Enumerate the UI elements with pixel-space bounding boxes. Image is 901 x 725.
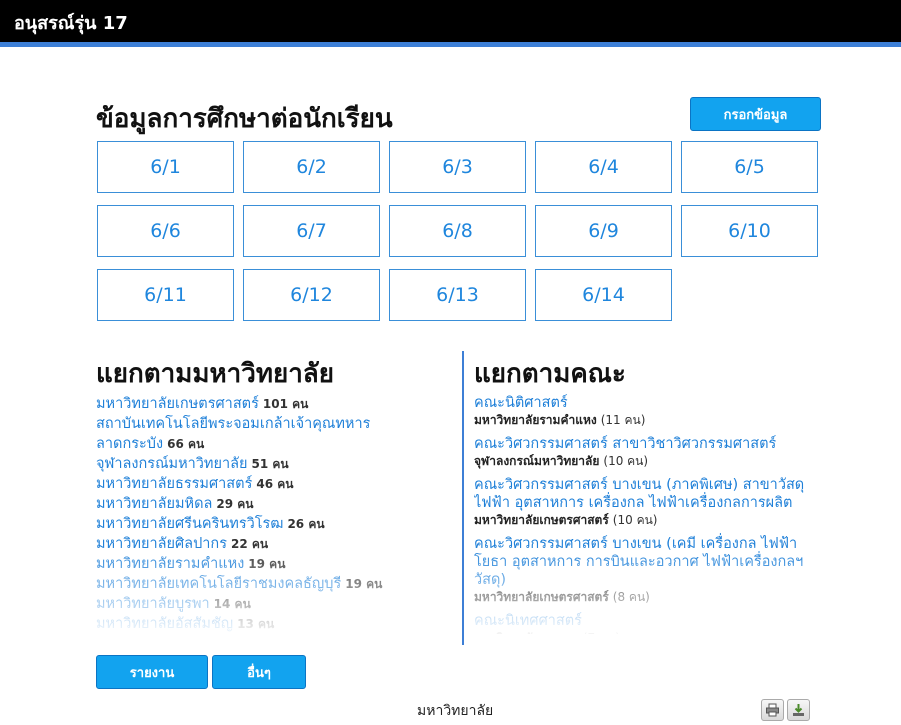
- university-name[interactable]: มหาวิทยาลัยศรีนครินทรวิโรฒ: [96, 516, 283, 532]
- university-count: 51 คน: [251, 457, 289, 471]
- university-name[interactable]: มหาวิทยาลัยอัสสัมชัญ: [96, 616, 233, 632]
- class-link[interactable]: 6/8: [389, 205, 526, 257]
- university-item[interactable]: มหาวิทยาลัยรามคำแหง 19 คน: [96, 554, 446, 574]
- university-item[interactable]: มหาวิทยาลัยบูรพา 14 คน: [96, 594, 446, 614]
- university-name[interactable]: จุฬาลงกรณ์มหาวิทยาลัย: [96, 456, 248, 472]
- faculty-item[interactable]: คณะนิเทศศาสตร์มหาวิทยาลัยกรุงเทพ (7 คน): [474, 612, 824, 634]
- faculty-count: (8 คน): [612, 590, 650, 604]
- report-button[interactable]: รายงาน: [96, 655, 208, 689]
- faculty-university: จุฬาลงกรณ์มหาวิทยาลัย (10 คน): [474, 453, 824, 470]
- faculty-count: (7 คน): [583, 631, 620, 634]
- faculty-count: (10 คน): [603, 454, 649, 468]
- faculty-count: (10 คน): [612, 513, 658, 527]
- university-list[interactable]: มหาวิทยาลัยเกษตรศาสตร์ 101 คน สถาบันเทคโนโ…: [96, 394, 446, 634]
- university-item[interactable]: มหาวิทยาลัยเกษตรศาสตร์ 101 คน: [96, 394, 446, 414]
- class-link[interactable]: 6/5: [681, 141, 818, 193]
- class-link[interactable]: 6/10: [681, 205, 818, 257]
- download-button[interactable]: [787, 699, 810, 721]
- university-item[interactable]: มหาวิทยาลัยอัสสัมชัญ 13 คน: [96, 614, 446, 634]
- site-title[interactable]: อนุสรณ์รุ่น 17: [14, 8, 128, 37]
- bottom-category-label: มหาวิทยาลัย: [417, 703, 494, 719]
- print-button[interactable]: [761, 699, 784, 721]
- faculty-university: มหาวิทยาลัยกรุงเทพ (7 คน): [474, 630, 824, 634]
- fill-info-button[interactable]: กรอกข้อมูล: [690, 97, 821, 131]
- faculty-item[interactable]: คณะวิศวกรรมศาสตร์ บางเขน (ภาคพิเศษ) สาขา…: [474, 476, 824, 529]
- class-link[interactable]: 6/3: [389, 141, 526, 193]
- class-link[interactable]: 6/4: [535, 141, 672, 193]
- university-item[interactable]: มหาวิทยาลัยธรรมศาสตร์ 46 คน: [96, 474, 446, 494]
- faculty-name[interactable]: คณะนิเทศศาสตร์: [474, 612, 824, 630]
- university-count: 19 คน: [248, 557, 286, 571]
- faculty-name[interactable]: คณะวิศวกรรมศาสตร์ บางเขน (เคมี เครื่องกล…: [474, 535, 824, 589]
- university-count: 66 คน: [167, 437, 205, 451]
- university-item[interactable]: มหาวิทยาลัยเทคโนโลยีราชมงคลธัญบุรี 19 คน: [96, 574, 446, 594]
- page-title: ข้อมูลการศึกษาต่อนักเรียน: [96, 104, 393, 134]
- university-name[interactable]: มหาวิทยาลัยบูรพา: [96, 596, 210, 612]
- university-item[interactable]: มหาวิทยาลัยศิลปากร 22 คน: [96, 534, 446, 554]
- top-bar: อนุสรณ์รุ่น 17: [0, 0, 901, 42]
- university-count: 101 คน: [262, 397, 309, 411]
- faculty-university-name: มหาวิทยาลัยเกษตรศาสตร์: [474, 590, 609, 604]
- class-link[interactable]: 6/1: [97, 141, 234, 193]
- faculty-name[interactable]: คณะวิศวกรรมศาสตร์ สาขาวิชาวิศวกรรมศาสตร์: [474, 435, 824, 453]
- faculty-item[interactable]: คณะนิติศาสตร์ มหาวิทยาลัยรามคำแหง (11 คน): [474, 394, 824, 429]
- class-link[interactable]: 6/9: [535, 205, 672, 257]
- university-count: 46 คน: [256, 477, 294, 491]
- faculty-item[interactable]: คณะวิศวกรรมศาสตร์ สาขาวิชาวิศวกรรมศาสตร์…: [474, 435, 824, 470]
- printer-icon: [766, 703, 779, 717]
- faculty-university-name: มหาวิทยาลัยกรุงเทพ: [474, 631, 579, 634]
- university-count: 13 คน: [237, 617, 275, 631]
- university-count: 19 คน: [345, 577, 383, 591]
- university-name[interactable]: มหาวิทยาลัยมหิดล: [96, 496, 212, 512]
- by-faculty-title: แยกตามคณะ: [474, 359, 626, 389]
- university-name[interactable]: มหาวิทยาลัยรามคำแหง: [96, 556, 244, 572]
- top-bar-accent: [0, 42, 901, 47]
- other-button[interactable]: อื่นๆ: [212, 655, 306, 689]
- university-name[interactable]: มหาวิทยาลัยเทคโนโลยีราชมงคลธัญบุรี: [96, 576, 341, 592]
- faculty-name[interactable]: คณะนิติศาสตร์: [474, 394, 824, 412]
- faculty-name[interactable]: คณะวิศวกรรมศาสตร์ บางเขน (ภาคพิเศษ) สาขา…: [474, 476, 824, 512]
- faculty-university-name: มหาวิทยาลัยรามคำแหง: [474, 413, 597, 427]
- university-name[interactable]: มหาวิทยาลัยธรรมศาสตร์: [96, 476, 252, 492]
- university-count: 22 คน: [230, 537, 269, 551]
- download-icon: [793, 704, 804, 716]
- university-name[interactable]: สถาบันเทคโนโลยีพระจอมเกล้าเจ้าคุณทหาร ลา…: [96, 416, 370, 452]
- class-link[interactable]: 6/11: [97, 269, 234, 321]
- class-link[interactable]: 6/6: [97, 205, 234, 257]
- university-name[interactable]: มหาวิทยาลัยศิลปากร: [96, 536, 227, 552]
- faculty-list[interactable]: คณะนิติศาสตร์ มหาวิทยาลัยรามคำแหง (11 คน) ค…: [474, 394, 824, 634]
- faculty-university: มหาวิทยาลัยเกษตรศาสตร์ (8 คน): [474, 589, 824, 606]
- university-item[interactable]: จุฬาลงกรณ์มหาวิทยาลัย 51 คน: [96, 454, 446, 474]
- section-divider: [462, 351, 464, 645]
- faculty-university: มหาวิทยาลัยเกษตรศาสตร์ (10 คน): [474, 512, 824, 529]
- university-item[interactable]: มหาวิทยาลัยศรีนครินทรวิโรฒ 26 คน: [96, 514, 446, 534]
- faculty-university: มหาวิทยาลัยรามคำแหง (11 คน): [474, 412, 824, 429]
- university-name[interactable]: มหาวิทยาลัยเกษตรศาสตร์: [96, 396, 259, 412]
- class-link[interactable]: 6/12: [243, 269, 380, 321]
- class-link[interactable]: 6/7: [243, 205, 380, 257]
- class-link[interactable]: 6/2: [243, 141, 380, 193]
- university-item[interactable]: สถาบันเทคโนโลยีพระจอมเกล้าเจ้าคุณทหาร ลา…: [96, 414, 446, 454]
- faculty-university-name: จุฬาลงกรณ์มหาวิทยาลัย: [474, 454, 600, 468]
- faculty-count: (11 คน): [600, 413, 646, 427]
- class-link[interactable]: 6/14: [535, 269, 672, 321]
- class-link[interactable]: 6/13: [389, 269, 526, 321]
- by-university-title: แยกตามมหาวิทยาลัย: [96, 359, 334, 389]
- faculty-item[interactable]: คณะวิศวกรรมศาสตร์ บางเขน (เคมี เครื่องกล…: [474, 535, 824, 606]
- faculty-university-name: มหาวิทยาลัยเกษตรศาสตร์: [474, 513, 609, 527]
- university-item[interactable]: มหาวิทยาลัยมหิดล 29 คน: [96, 494, 446, 514]
- university-count: 14 คน: [213, 597, 251, 611]
- university-count: 29 คน: [216, 497, 254, 511]
- university-count: 26 คน: [287, 517, 325, 531]
